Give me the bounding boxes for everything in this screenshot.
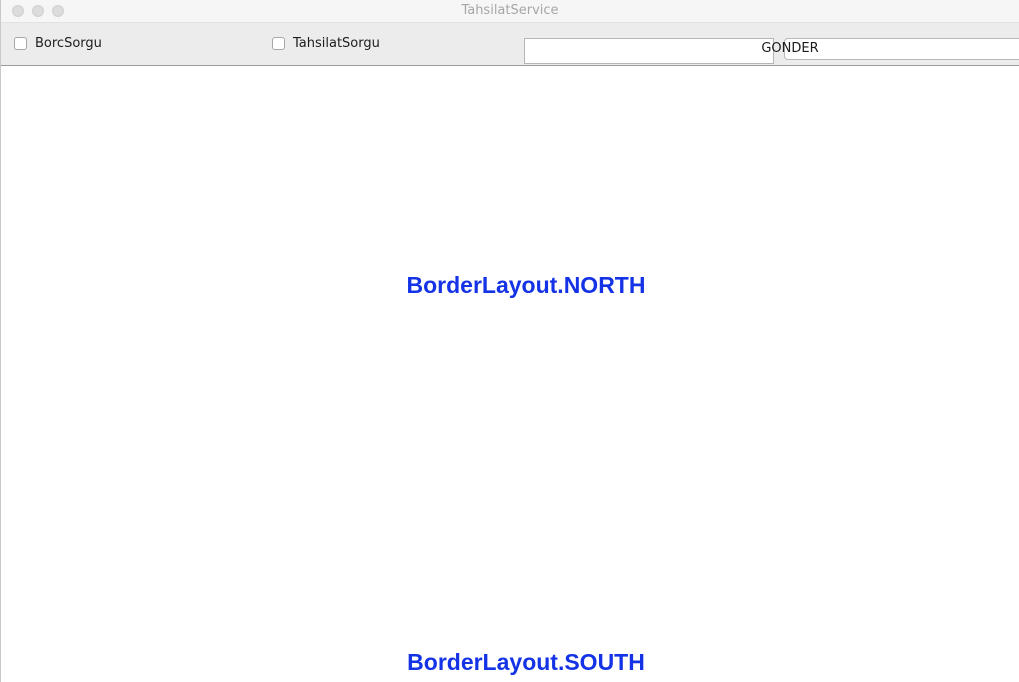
borc-sorgu-checkbox-box[interactable]: [14, 37, 27, 50]
south-region-label: BorderLayout.SOUTH: [407, 649, 645, 675]
borc-sorgu-checkbox[interactable]: BorcSorgu: [14, 36, 102, 51]
gonder-button[interactable]: GONDER: [761, 38, 1019, 60]
borc-sorgu-label: BorcSorgu: [35, 36, 102, 51]
tahsilat-sorgu-label: TahsilatSorgu: [293, 36, 380, 51]
tahsilat-sorgu-checkbox-box[interactable]: [272, 37, 285, 50]
gonder-button-label: GONDER: [761, 41, 819, 56]
title-bar: TahsilatService: [1, 0, 1019, 23]
north-panel: BorcSorgu TahsilatSorgu GONDER: [1, 23, 1019, 66]
north-region-label: BorderLayout.NORTH: [406, 272, 646, 298]
app-window: TahsilatService BorcSorgu TahsilatSorgu …: [0, 0, 1019, 682]
window-title: TahsilatService: [461, 3, 559, 18]
tahsilat-sorgu-checkbox[interactable]: TahsilatSorgu: [272, 36, 380, 51]
